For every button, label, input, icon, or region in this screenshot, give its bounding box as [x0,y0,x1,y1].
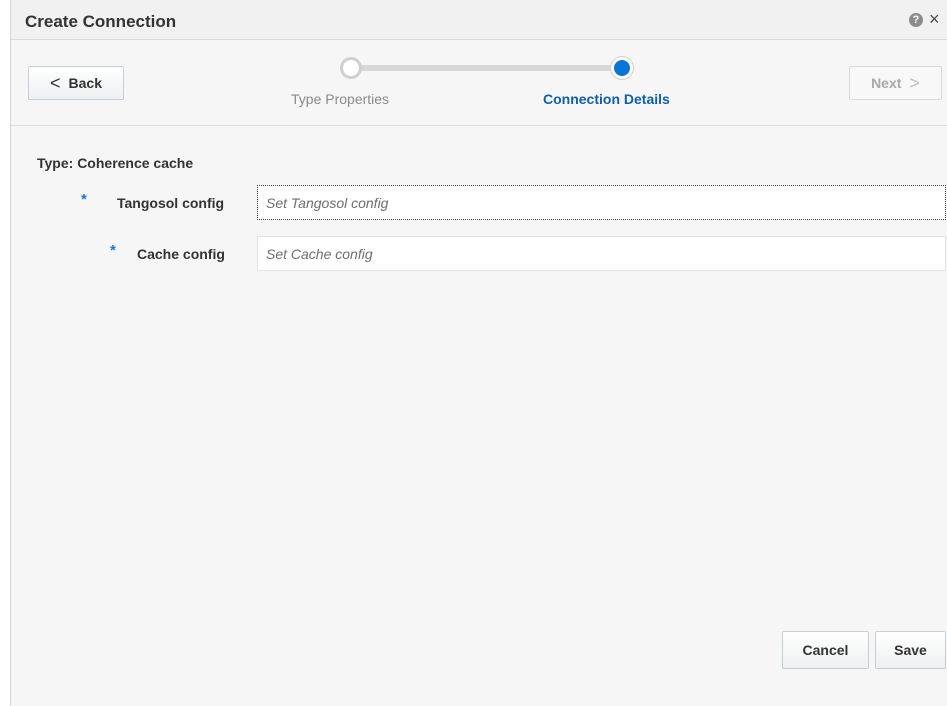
back-button[interactable]: < Back [28,66,124,100]
next-button-label: Next [871,75,902,91]
create-connection-dialog: Create Connection ? × < Back Type Proper… [10,0,947,706]
train-stop-type-properties[interactable] [340,57,362,79]
chevron-left-icon: < [50,73,61,93]
connection-type-label: Type: Coherence cache [37,155,194,171]
required-marker: * [110,242,116,259]
train-track [353,65,623,71]
cache-config-input[interactable] [257,236,946,271]
form-content: Type: Coherence cache * Tangosol config … [11,126,947,706]
question-circle-icon[interactable]: ? [909,13,923,27]
train-stop-connection-details[interactable] [611,57,633,79]
save-button[interactable]: Save [875,631,946,669]
next-button[interactable]: Next > [849,66,942,100]
close-icon[interactable]: × [929,9,940,29]
dialog-title: Create Connection [25,12,177,31]
cache-config-label: Cache config [137,246,225,262]
chevron-right-icon: > [909,73,920,93]
tangosol-config-input[interactable] [257,185,946,220]
required-marker: * [81,191,87,208]
back-button-label: Back [68,75,102,91]
train-stop-label-connection-details[interactable]: Connection Details [543,91,670,107]
wizard-train: < Back Type Properties Connection Detail… [11,40,947,126]
dialog-titlebar: Create Connection ? × [11,0,947,40]
cancel-button[interactable]: Cancel [782,631,869,669]
train-stop-label-type-properties[interactable]: Type Properties [291,91,389,107]
tangosol-config-label: Tangosol config [117,195,225,211]
